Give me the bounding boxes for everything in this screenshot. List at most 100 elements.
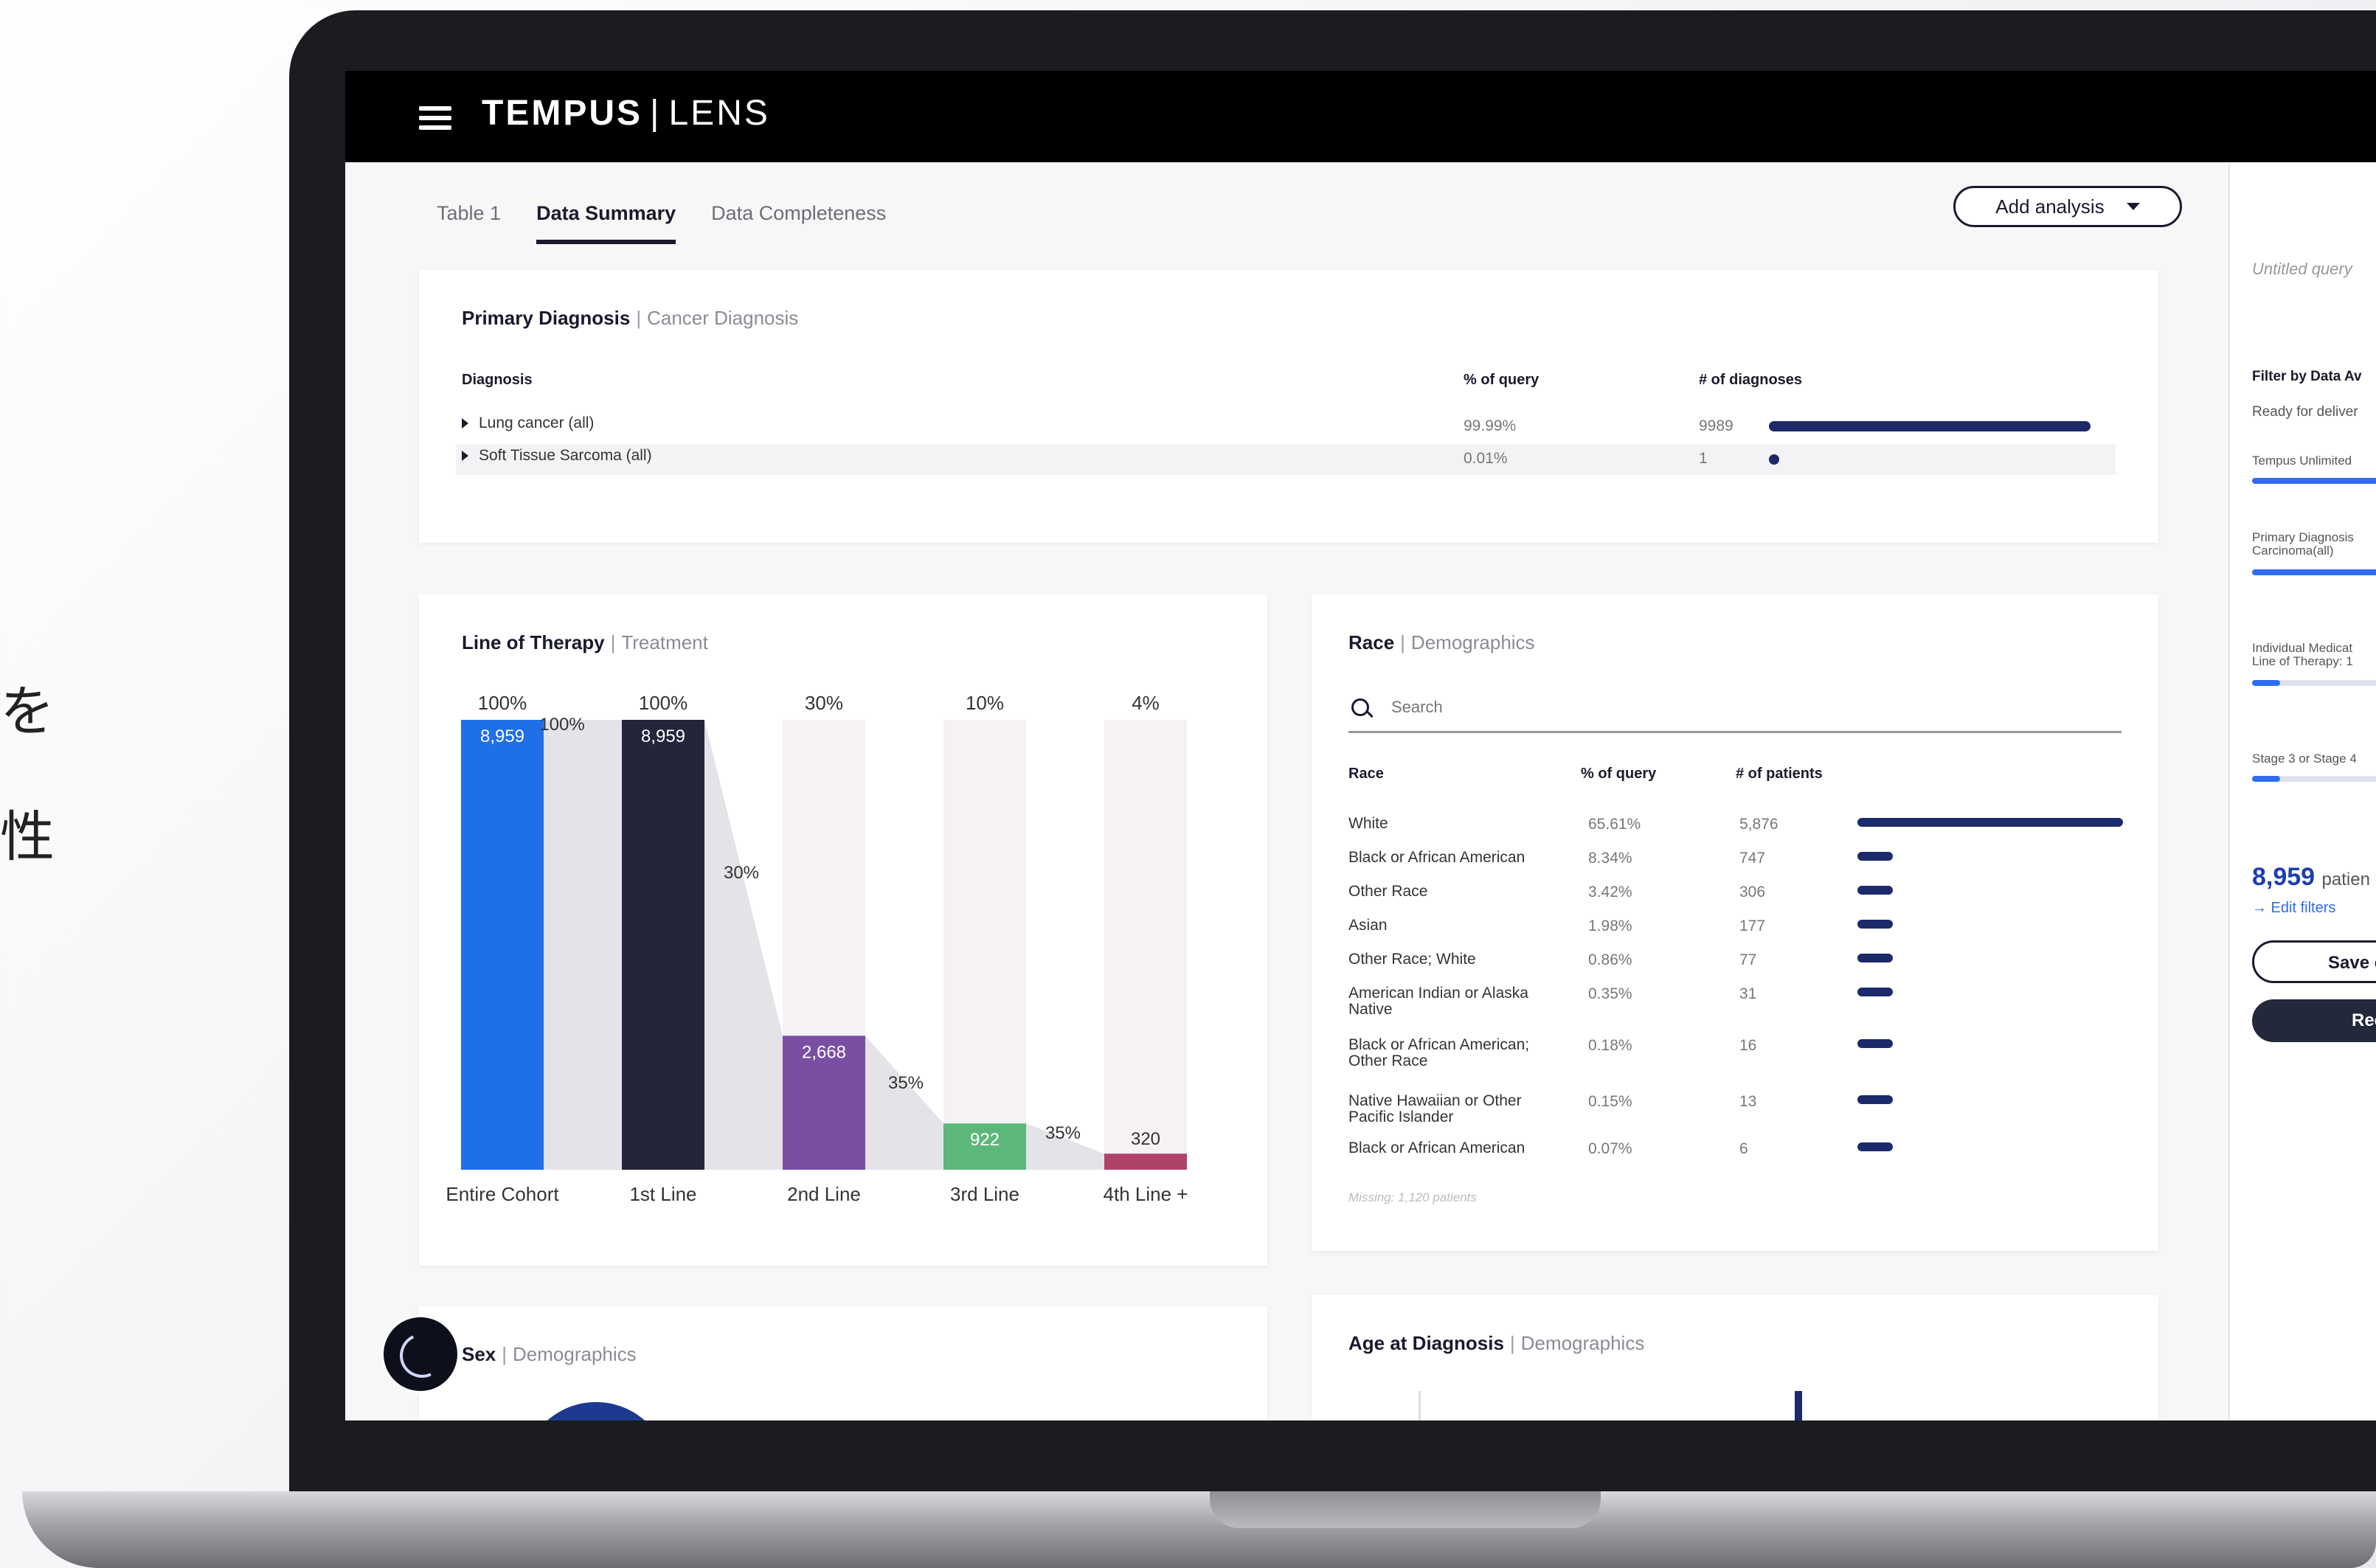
race-count: 306 <box>1739 884 1766 901</box>
card-title: Age at Diagnosis | Demographics <box>1348 1332 1645 1354</box>
query-name[interactable]: Untitled query <box>2252 260 2352 279</box>
search-icon <box>1351 698 1369 716</box>
bar-background <box>943 720 1026 1170</box>
race-pct: 0.86% <box>1588 951 1632 968</box>
diagnosis-row-sarcoma[interactable]: Soft Tissue Sarcoma (all) <box>462 447 652 465</box>
side-text-2: 性 <box>0 805 55 869</box>
race-pct: 0.35% <box>1588 985 1632 1002</box>
percent-label: 100% <box>478 692 527 714</box>
diagnosis-row-lung[interactable]: Lung cancer (all) <box>462 414 594 432</box>
category-label: 3rd Line <box>950 1183 1019 1205</box>
category-label: 1st Line <box>629 1183 696 1205</box>
tab-data-completeness[interactable]: Data Completeness <box>711 202 886 244</box>
card-title: Race | Demographics <box>1348 631 1535 653</box>
transition-label: 30% <box>724 863 759 883</box>
app-logo: TEMPUS | LENS <box>482 94 770 133</box>
race-count: 77 <box>1739 951 1757 968</box>
race-bar <box>1857 818 2123 827</box>
race-bar <box>1857 954 1893 962</box>
age-bar-partial <box>1795 1391 1802 1420</box>
tab-table-1[interactable]: Table 1 <box>437 202 501 244</box>
flow-connector <box>704 720 783 1170</box>
value-label: 8,959 <box>641 726 685 746</box>
race-count: 6 <box>1739 1140 1748 1157</box>
race-bar <box>1857 1142 1893 1151</box>
sex-pie-partial <box>522 1402 670 1420</box>
race-bar <box>1857 1039 1893 1048</box>
race-name: Black or African American <box>1348 849 1525 866</box>
value-label: 922 <box>970 1130 1000 1150</box>
tab-data-summary[interactable]: Data Summary <box>536 202 676 244</box>
race-pct: 8.34% <box>1588 850 1632 867</box>
line-of-therapy-chart: 100% 100% 30% 10% 4% 8,959 8,959 2,668 922 320 100… <box>446 692 1188 1205</box>
race-name: American Indian or Alaska Native <box>1348 985 1528 1018</box>
race-pct: 1.98% <box>1588 917 1632 934</box>
race-name: Native Hawaiian or Other Pacific Islande… <box>1348 1092 1522 1125</box>
col-header-count: # of diagnoses <box>1699 372 1803 388</box>
caret-down-icon <box>2126 203 2140 210</box>
query-side-panel: Untitled query Filter by Data Av Ready f… <box>2228 162 2376 1420</box>
filter-label[interactable]: Primary Diagnosis Carcinoma(all) <box>2252 531 2363 558</box>
request-button[interactable]: Rec <box>2252 999 2376 1042</box>
race-pct: 0.15% <box>1588 1093 1632 1110</box>
percent-label: 10% <box>966 692 1004 714</box>
value-label: 320 <box>1131 1129 1160 1149</box>
flow-connector <box>544 720 622 1170</box>
count-value: 1 <box>1699 450 1708 467</box>
diagnosis-bar-lung <box>1769 421 2091 431</box>
col-header-diagnosis: Diagnosis <box>462 372 533 388</box>
save-button[interactable]: Save c <box>2252 940 2376 983</box>
side-text-1: を <box>0 680 55 743</box>
race-name: White <box>1348 815 1388 832</box>
filter-bar-fill <box>2252 569 2376 575</box>
category-label: Entire Cohort <box>446 1183 559 1205</box>
add-analysis-button[interactable]: Add analysis <box>1953 186 2182 227</box>
pct-value: 0.01% <box>1464 450 1508 467</box>
transition-label: 100% <box>539 715 584 735</box>
edit-filters-link[interactable]: → Edit filters <box>2252 900 2335 917</box>
patient-count: 8,959 patien <box>2252 863 2370 891</box>
age-card: Age at Diagnosis | Demographics <box>1312 1295 2158 1420</box>
menu-icon[interactable] <box>419 106 451 130</box>
laptop-base <box>22 1491 2376 1568</box>
col-header-race: Race <box>1348 766 1384 782</box>
age-axis-line <box>1419 1391 1421 1420</box>
add-analysis-label: Add analysis <box>1995 195 2105 218</box>
bar-0 <box>461 720 544 1170</box>
bar-4 <box>1104 1154 1187 1170</box>
race-search[interactable] <box>1348 694 2122 733</box>
expand-triangle-icon[interactable] <box>462 451 468 462</box>
race-name: Asian <box>1348 917 1388 934</box>
race-bar <box>1857 988 1893 996</box>
filter-bar-fill <box>2252 776 2280 782</box>
flow-connector <box>865 1035 943 1170</box>
race-pct: 65.61% <box>1588 816 1641 833</box>
count-value: 9989 <box>1699 417 1733 434</box>
filter-label[interactable]: Stage 3 or Stage 4 <box>2252 752 2363 766</box>
race-count: 31 <box>1739 985 1757 1002</box>
missing-note: Missing: 1,120 patients <box>1348 1190 1477 1204</box>
assistant-avatar[interactable] <box>384 1317 457 1391</box>
race-count: 5,876 <box>1739 816 1778 833</box>
race-bar <box>1857 1095 1893 1104</box>
race-pct: 0.07% <box>1588 1140 1632 1157</box>
race-count: 747 <box>1739 850 1766 867</box>
search-input[interactable] <box>1390 697 1835 718</box>
diagnosis-bar-sarcoma <box>1769 454 1779 465</box>
filter-label[interactable]: Individual Medicat Line of Therapy: 1 <box>2252 642 2363 668</box>
filter-label[interactable]: Tempus Unlimited <box>2252 454 2363 468</box>
expand-triangle-icon[interactable] <box>462 418 468 429</box>
race-name: Black or African American <box>1348 1139 1525 1156</box>
line-of-therapy-card: Line of Therapy | Treatment 100% 100% 30% 10%… <box>419 594 1267 1266</box>
card-title: Primary Diagnosis | Cancer Diagnosis <box>462 307 799 329</box>
filter-heading: Filter by Data Av <box>2252 369 2362 384</box>
category-label: 4th Line + <box>1104 1183 1188 1205</box>
bar-1 <box>622 720 704 1170</box>
col-header-pct: % of query <box>1464 372 1539 388</box>
category-label: 2nd Line <box>787 1183 861 1205</box>
race-count: 13 <box>1739 1093 1757 1110</box>
race-name: Black or African American; Other Race <box>1348 1036 1530 1069</box>
race-name: Other Race <box>1348 883 1428 900</box>
race-pct: 3.42% <box>1588 884 1632 901</box>
race-name: Other Race; White <box>1348 951 1476 968</box>
